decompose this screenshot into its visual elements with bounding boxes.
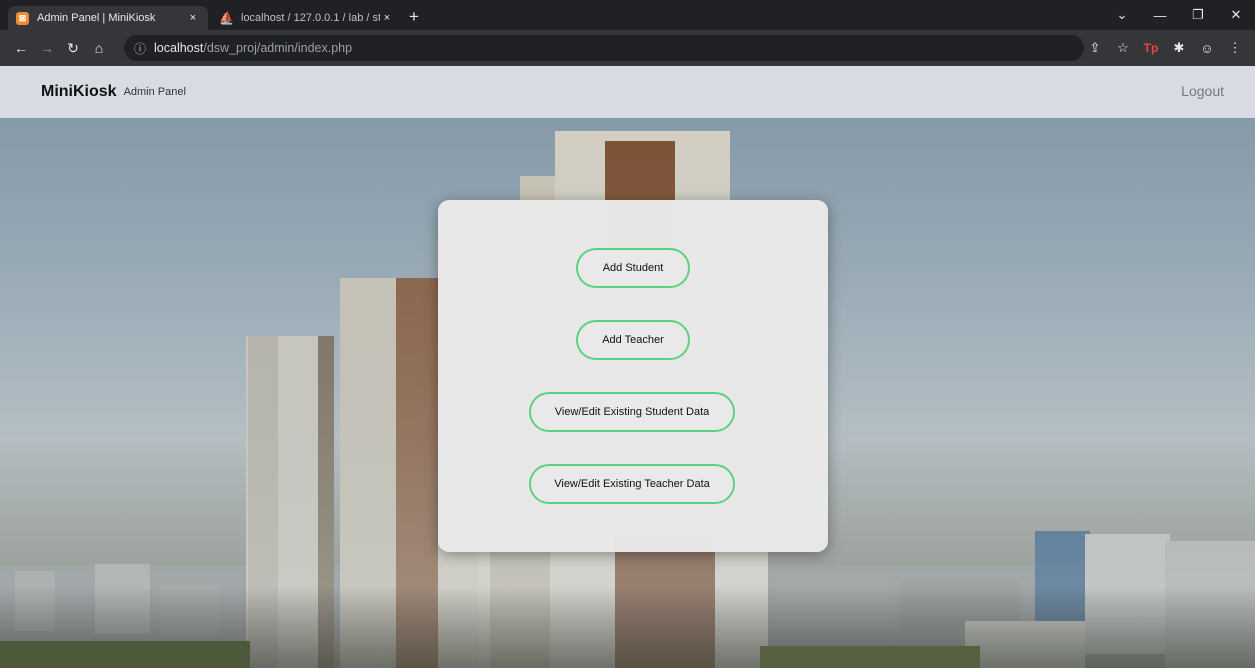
xampp-icon: ⊠	[16, 11, 29, 25]
forward-icon[interactable]: →	[34, 35, 60, 61]
extensions-puzzle-icon[interactable]: ✱	[1167, 36, 1191, 60]
tab-strip: ⊠ Admin Panel | MiniKiosk × ⛵ localhost …	[0, 0, 1255, 30]
view-edit-student-data-button[interactable]: View/Edit Existing Student Data	[529, 392, 735, 432]
back-icon[interactable]: ←	[8, 35, 34, 61]
tab-phpmyadmin[interactable]: ⛵ localhost / 127.0.0.1 / lab / stude ×	[212, 6, 402, 30]
tab-title: Admin Panel | MiniKiosk	[37, 12, 156, 24]
tab-admin-panel[interactable]: ⊠ Admin Panel | MiniKiosk ×	[8, 6, 208, 30]
toolbar-actions: ⇪ ☆ Tp ✱ ☺ ⋮	[1083, 35, 1247, 61]
tab-close-icon[interactable]: ×	[186, 12, 200, 24]
share-icon[interactable]: ⇪	[1083, 36, 1107, 60]
brand-logo[interactable]: MiniKiosk	[41, 83, 117, 101]
extension-tp-icon[interactable]: Tp	[1139, 36, 1163, 60]
page-content: MiniKiosk Admin Panel Logout Add Student…	[0, 66, 1255, 668]
admin-navbar: MiniKiosk Admin Panel Logout	[0, 66, 1255, 118]
view-edit-teacher-data-button[interactable]: View/Edit Existing Teacher Data	[529, 464, 735, 504]
browser-chrome: ⊠ Admin Panel | MiniKiosk × ⛵ localhost …	[0, 0, 1255, 66]
site-info-icon[interactable]: ⓘ	[134, 40, 146, 57]
add-teacher-button[interactable]: Add Teacher	[576, 320, 690, 360]
admin-actions-panel: Add Student Add Teacher View/Edit Existi…	[438, 200, 828, 552]
home-icon[interactable]: ⌂	[86, 35, 112, 61]
profile-avatar-icon[interactable]: ☺	[1195, 36, 1219, 60]
brand-subtitle: Admin Panel	[123, 86, 186, 98]
phpmyadmin-icon: ⛵	[219, 11, 234, 25]
minimize-icon[interactable]: —	[1141, 0, 1179, 30]
url-path: /dsw_proj/admin/index.php	[203, 41, 353, 55]
close-window-icon[interactable]: ✕	[1217, 0, 1255, 30]
restore-icon[interactable]: ❐	[1179, 0, 1217, 30]
browser-toolbar: ← → ↻ ⌂ ⓘ localhost/dsw_proj/admin/index…	[0, 30, 1255, 66]
reload-icon[interactable]: ↻	[60, 35, 86, 61]
logout-link[interactable]: Logout	[1181, 83, 1224, 99]
address-bar[interactable]: ⓘ localhost/dsw_proj/admin/index.php	[124, 35, 1084, 61]
tab-title: localhost / 127.0.0.1 / lab / stude	[241, 12, 380, 24]
url-host: localhost	[154, 41, 204, 55]
menu-kebab-icon[interactable]: ⋮	[1223, 36, 1247, 60]
add-student-button[interactable]: Add Student	[576, 248, 690, 288]
tab-close-icon[interactable]: ×	[380, 12, 394, 24]
bookmark-star-icon[interactable]: ☆	[1111, 36, 1135, 60]
new-tab-button[interactable]: +	[404, 8, 424, 28]
tab-search-icon[interactable]: ⌄	[1103, 0, 1141, 30]
window-controls: ⌄ — ❐ ✕	[1103, 0, 1255, 30]
